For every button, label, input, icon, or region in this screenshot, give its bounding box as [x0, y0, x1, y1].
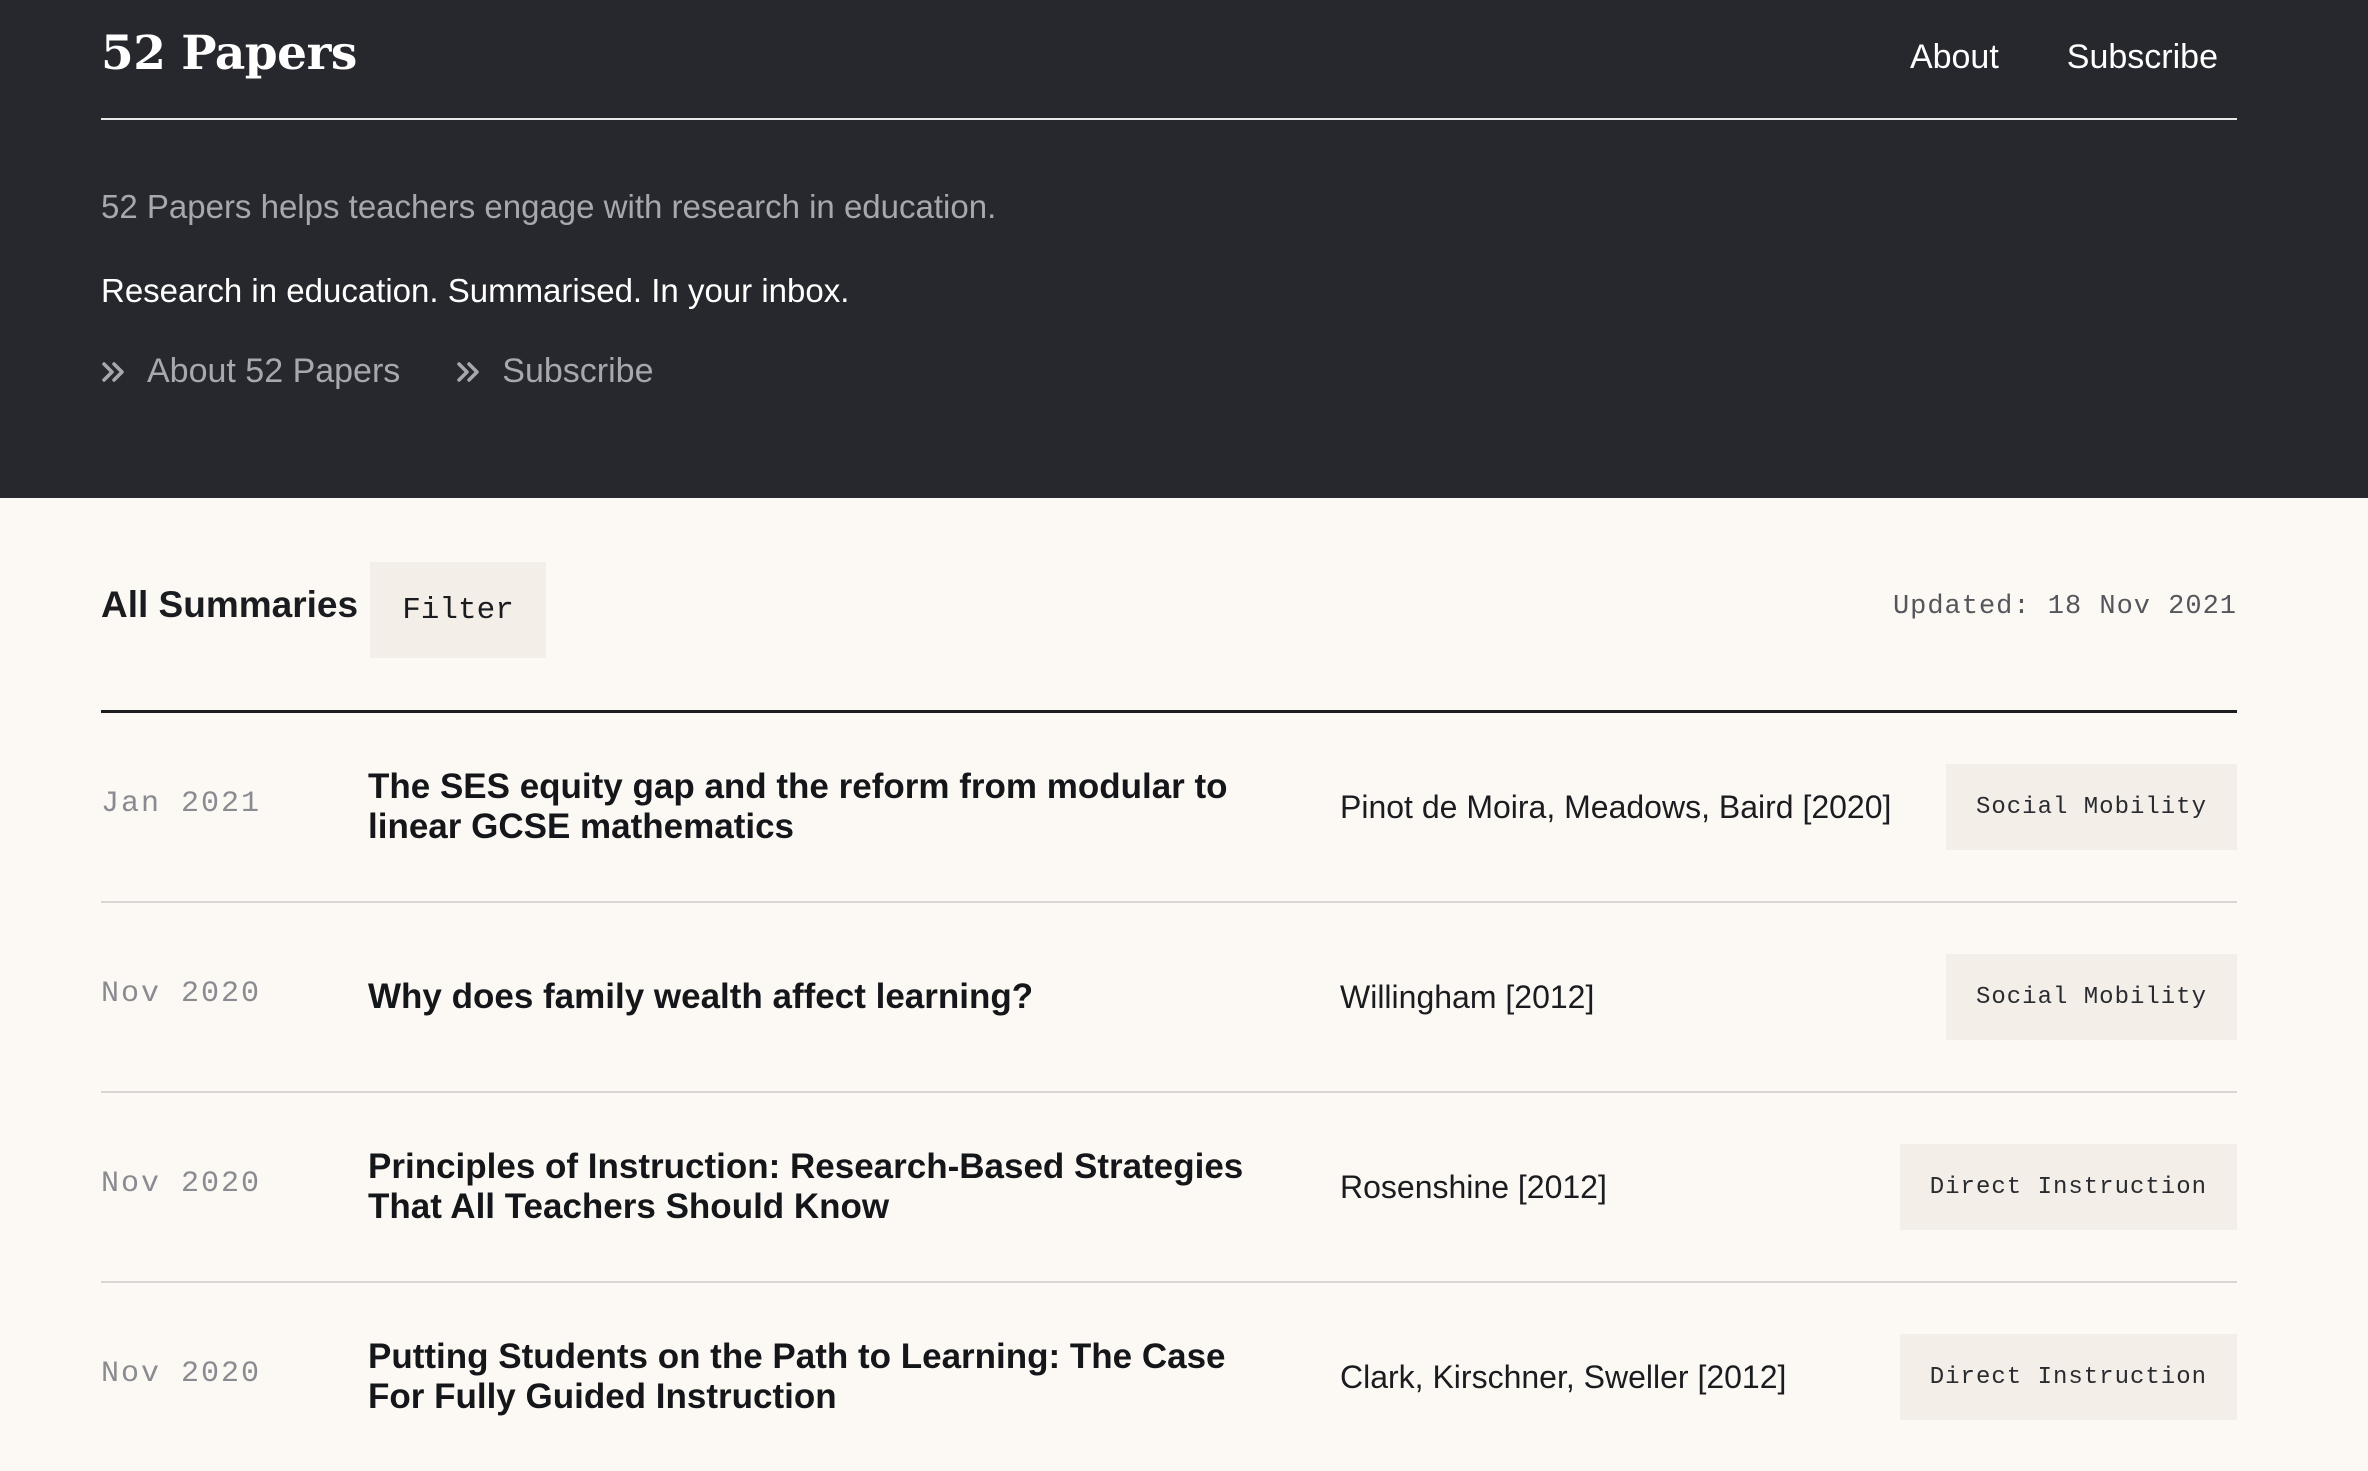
summary-title-link[interactable]: Putting Students on the Path to Learning… — [368, 1283, 1248, 1471]
about-52-papers-label: About 52 Papers — [147, 352, 401, 390]
summary-authors: Rosenshine [2012] — [1340, 1168, 1607, 1205]
list-item: Nov 2020 Why does family wealth affect l… — [101, 903, 2237, 1093]
hero-links: About 52 Papers Subscribe — [101, 352, 654, 391]
top-navbar: 52 Papers About Subscribe — [101, 0, 2237, 120]
summary-date: Nov 2020 — [101, 1357, 262, 1391]
site-logo[interactable]: 52 Papers — [101, 26, 357, 81]
category-tag[interactable]: Direct Instruction — [1899, 1334, 2237, 1420]
summaries-list: Jan 2021 The SES equity gap and the refo… — [101, 713, 2237, 1471]
hero-section: 52 Papers About Subscribe 52 Papers help… — [0, 0, 2368, 498]
summaries-toolbar: All Summaries Filter Updated: 18 Nov 202… — [101, 562, 2237, 713]
summary-title-link[interactable]: The SES equity gap and the reform from m… — [368, 713, 1248, 901]
double-chevron-right-icon — [457, 361, 480, 382]
double-chevron-right-icon — [102, 361, 124, 382]
summary-title-link[interactable]: Why does family wealth affect learning? — [368, 903, 1248, 1091]
list-item: Nov 2020 Putting Students on the Path to… — [101, 1283, 2237, 1471]
list-item: Jan 2021 The SES equity gap and the refo… — [101, 713, 2237, 903]
nav-about-link[interactable]: About — [1910, 38, 1999, 77]
nav-subscribe-link[interactable]: Subscribe — [2067, 38, 2218, 77]
category-tag[interactable]: Social Mobility — [1945, 764, 2237, 850]
summary-authors: Willingham [2012] — [1340, 978, 1595, 1015]
summary-date: Jan 2021 — [101, 787, 262, 821]
hero-subscribe-label: Subscribe — [502, 352, 654, 390]
hero-subscribe-link[interactable]: Subscribe — [456, 352, 654, 391]
site-strapline: Research in education. Summarised. In yo… — [101, 272, 850, 309]
main-nav: About Subscribe — [1910, 38, 2218, 77]
updated-date: Updated: 18 Nov 2021 — [1892, 592, 2237, 622]
category-tag[interactable]: Direct Instruction — [1899, 1144, 2237, 1230]
summary-date: Nov 2020 — [101, 1167, 262, 1201]
list-item: Nov 2020 Principles of Instruction: Rese… — [101, 1093, 2237, 1283]
category-tag[interactable]: Social Mobility — [1945, 954, 2237, 1040]
summary-date: Nov 2020 — [101, 977, 262, 1011]
summary-authors: Pinot de Moira, Meadows, Baird [2020] — [1340, 788, 1892, 825]
summary-title-link[interactable]: Principles of Instruction: Research-Base… — [368, 1093, 1248, 1281]
filter-button[interactable]: Filter — [370, 562, 546, 658]
all-summaries-heading: All Summaries — [101, 584, 359, 625]
about-52-papers-link[interactable]: About 52 Papers — [101, 352, 400, 391]
summary-authors: Clark, Kirschner, Sweller [2012] — [1340, 1358, 1787, 1395]
site-tagline: 52 Papers helps teachers engage with res… — [101, 188, 997, 225]
